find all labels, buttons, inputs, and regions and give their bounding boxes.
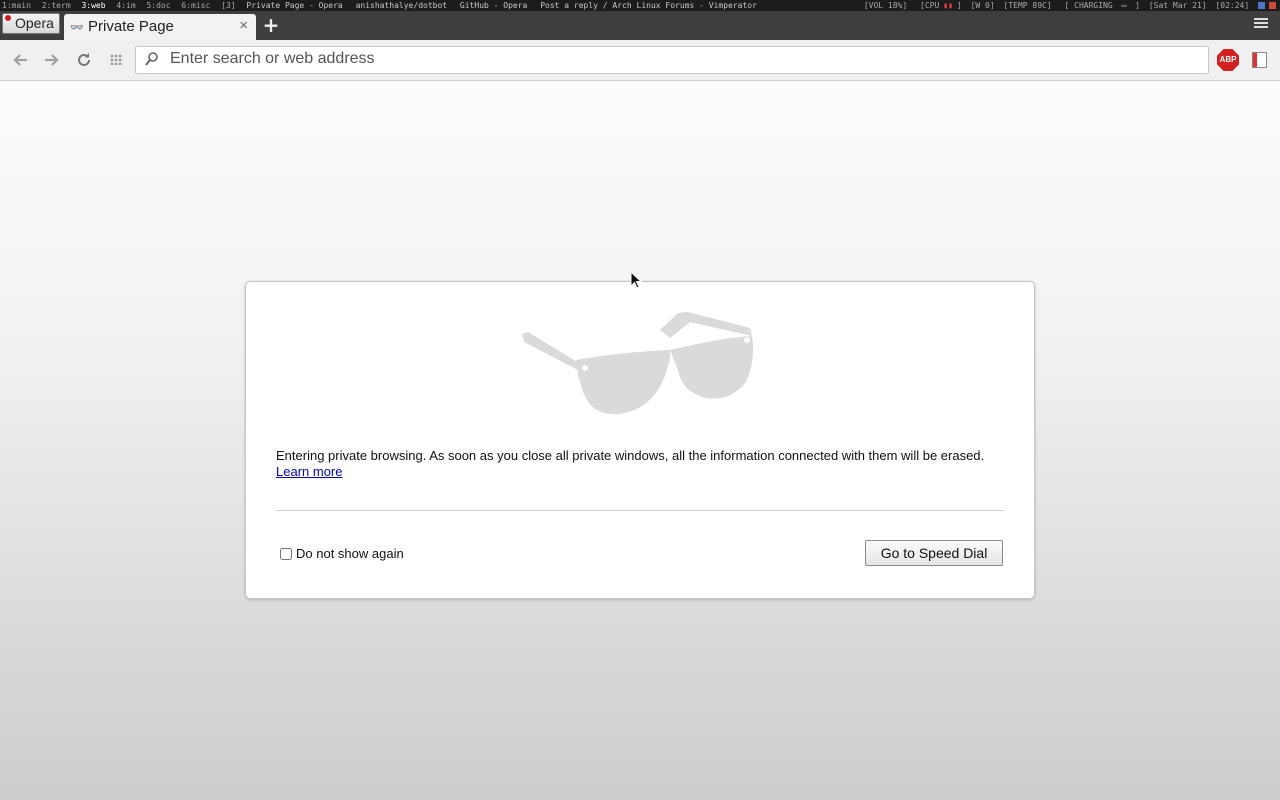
dialog-divider [276, 510, 1004, 511]
workspace-6[interactable]: 6:misc [181, 1, 210, 10]
cpu-bar: ▮▮ [943, 1, 953, 10]
window-title-4[interactable]: Post a reply / Arch Linux Forums - Vimpe… [540, 1, 757, 10]
sunglasses-tab-icon: 👓 [70, 22, 84, 34]
forward-arrow-icon[interactable] [41, 50, 61, 70]
tab-private-page[interactable]: 👓 Private Page × [64, 14, 256, 40]
window-title-3[interactable]: GitHub - Opera [460, 1, 527, 10]
battery-icon: ▭ [1121, 1, 1127, 10]
close-tab-icon[interactable]: × [239, 17, 248, 34]
message-text: Entering private browsing. As soon as yo… [276, 448, 985, 463]
page-content: Entering private browsing. As soon as yo… [0, 81, 1280, 800]
workspace-list: 1:main 2:term 3:web 4:im 5:doc 6:misc [3… [2, 0, 765, 11]
go-to-speed-dial-button[interactable]: Go to Speed Dial [865, 540, 1003, 566]
tab-strip: Opera 👓 Private Page × + [0, 11, 1280, 40]
search-icon [144, 50, 160, 72]
time-indicator: [02:24] [1215, 1, 1250, 10]
wifi-indicator: [W 0] [970, 1, 995, 10]
window-count: [3] [221, 1, 236, 10]
do-not-show-again[interactable]: Do not show again [280, 546, 404, 561]
workspace-2[interactable]: 2:term [42, 1, 71, 10]
reload-icon[interactable] [74, 50, 94, 70]
window-title-1[interactable]: Private Page - Opera [246, 1, 342, 10]
opera-menu-button[interactable]: Opera [2, 13, 60, 34]
do-not-show-label: Do not show again [296, 546, 404, 561]
tray-icon-opera[interactable] [1269, 2, 1276, 9]
opera-logo-icon [5, 15, 11, 21]
sidebar-icon[interactable] [1252, 52, 1267, 68]
workspace-3[interactable]: 3:web [81, 1, 105, 10]
temperature-indicator: [TEMP 89C] [1003, 1, 1052, 10]
workspace-5[interactable]: 5:doc [146, 1, 170, 10]
window-title-2[interactable]: anishathalye/dotbot [356, 1, 448, 10]
date-indicator: [Sat Mar 21] [1148, 1, 1207, 10]
sunglasses-icon [522, 312, 754, 415]
learn-more-link[interactable]: Learn more [276, 464, 1016, 480]
tab-menu-icon[interactable] [1254, 18, 1268, 30]
new-tab-button[interactable]: + [262, 15, 280, 35]
system-status-bar: 1:main 2:term 3:web 4:im 5:doc 6:misc [3… [0, 0, 1280, 11]
tray-icon-network[interactable] [1258, 2, 1265, 9]
cpu-indicator: [CPU ▮▮] [920, 1, 962, 10]
battery-indicator: [ CHARGING ▭ ] [1064, 1, 1140, 10]
address-input[interactable] [170, 49, 1190, 69]
private-browsing-message: Entering private browsing. As soon as yo… [276, 448, 1016, 480]
workspace-4[interactable]: 4:im [116, 1, 135, 10]
private-browsing-dialog: Entering private browsing. As soon as yo… [245, 281, 1035, 599]
workspace-1[interactable]: 1:main [2, 1, 31, 10]
tab-title: Private Page [88, 18, 174, 35]
opera-menu-label: Opera [15, 15, 54, 31]
adblock-plus-icon[interactable]: ABP [1217, 49, 1239, 71]
navigation-toolbar: ABP [0, 40, 1280, 81]
address-bar[interactable] [135, 46, 1209, 74]
system-indicators: [VOL 18%] [CPU ▮▮] [W 0] [TEMP 89C] [ CHA… [860, 0, 1276, 11]
do-not-show-checkbox[interactable] [280, 547, 292, 560]
mouse-cursor-icon [630, 271, 642, 289]
volume-indicator: [VOL 18%] [863, 1, 908, 10]
back-arrow-icon[interactable] [11, 50, 31, 70]
grid-icon[interactable] [110, 54, 123, 65]
